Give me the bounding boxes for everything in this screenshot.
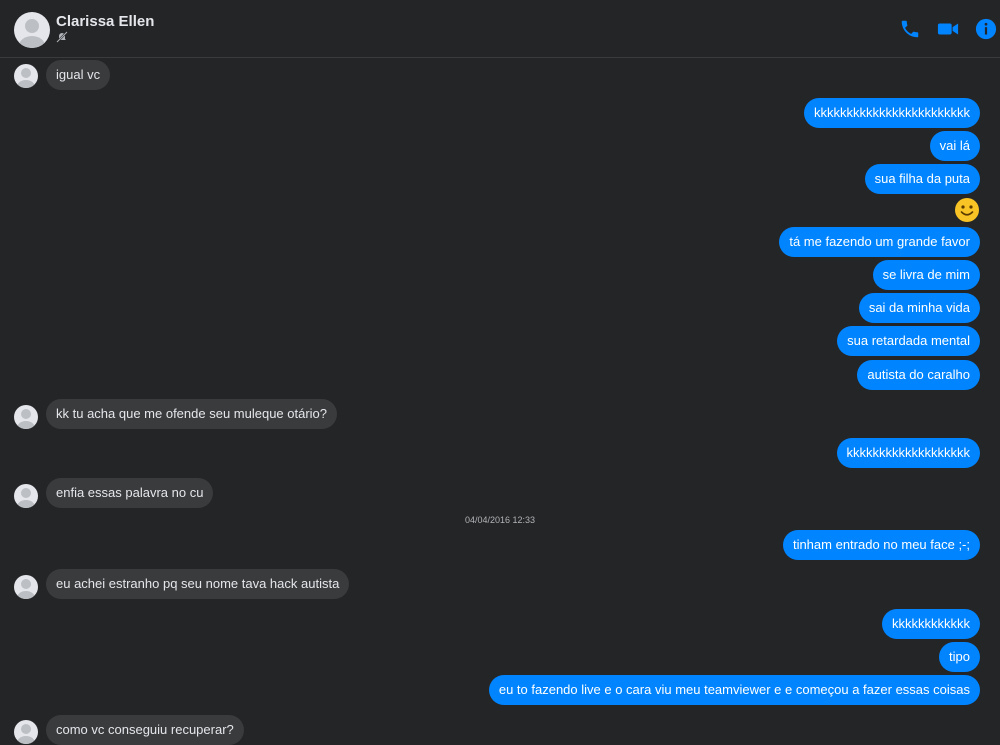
- incoming-message[interactable]: enfia essas palavra no cu: [46, 478, 214, 508]
- outgoing-message[interactable]: tá me fazendo um grande favor: [779, 227, 980, 257]
- incoming-message[interactable]: kk tu acha que me ofende seu muleque otá…: [46, 399, 338, 429]
- info-icon[interactable]: [975, 18, 997, 40]
- outgoing-message[interactable]: kkkkkkkkkkkkkkkkkkkkkkkk: [804, 98, 980, 128]
- outgoing-message[interactable]: vai lá: [929, 131, 980, 161]
- outgoing-message[interactable]: autista do caralho: [857, 360, 980, 390]
- contact-avatar-small[interactable]: [14, 720, 38, 744]
- contact-name[interactable]: Clarissa Ellen: [56, 13, 154, 30]
- muted-bell-icon: [56, 31, 68, 46]
- timestamp: 04/04/2016 12:33: [464, 515, 536, 525]
- contact-avatar-small[interactable]: [14, 484, 38, 508]
- outgoing-message[interactable]: sua retardada mental: [837, 326, 980, 356]
- video-camera-icon[interactable]: [937, 18, 959, 40]
- outgoing-message[interactable]: tipo: [939, 642, 980, 672]
- outgoing-message[interactable]: eu to fazendo live e o cara viu meu team…: [488, 675, 980, 705]
- message-list[interactable]: igual vc kkkkkkkkkkkkkkkkkkkkkkkk vai lá…: [0, 58, 1000, 745]
- incoming-message[interactable]: como vc conseguiu recuperar?: [46, 715, 244, 745]
- contact-avatar-small[interactable]: [14, 405, 38, 429]
- conversation-header: Clarissa Ellen: [0, 0, 1000, 58]
- contact-avatar-small[interactable]: [14, 64, 38, 88]
- outgoing-message[interactable]: kkkkkkkkkkkk: [882, 609, 980, 639]
- outgoing-message[interactable]: sua filha da puta: [864, 164, 980, 194]
- phone-icon[interactable]: [899, 18, 921, 40]
- contact-avatar-small[interactable]: [14, 575, 38, 599]
- outgoing-message[interactable]: sai da minha vida: [858, 293, 980, 323]
- outgoing-message[interactable]: se livra de mim: [872, 260, 980, 290]
- outgoing-message[interactable]: tinham entrado no meu face ;-;: [782, 530, 980, 560]
- outgoing-message[interactable]: kkkkkkkkkkkkkkkkkkk: [836, 438, 980, 468]
- contact-avatar[interactable]: [14, 12, 50, 48]
- smiley-emoji-icon[interactable]: [954, 197, 980, 223]
- incoming-message[interactable]: eu achei estranho pq seu nome tava hack …: [46, 569, 350, 599]
- incoming-message[interactable]: igual vc: [46, 60, 111, 90]
